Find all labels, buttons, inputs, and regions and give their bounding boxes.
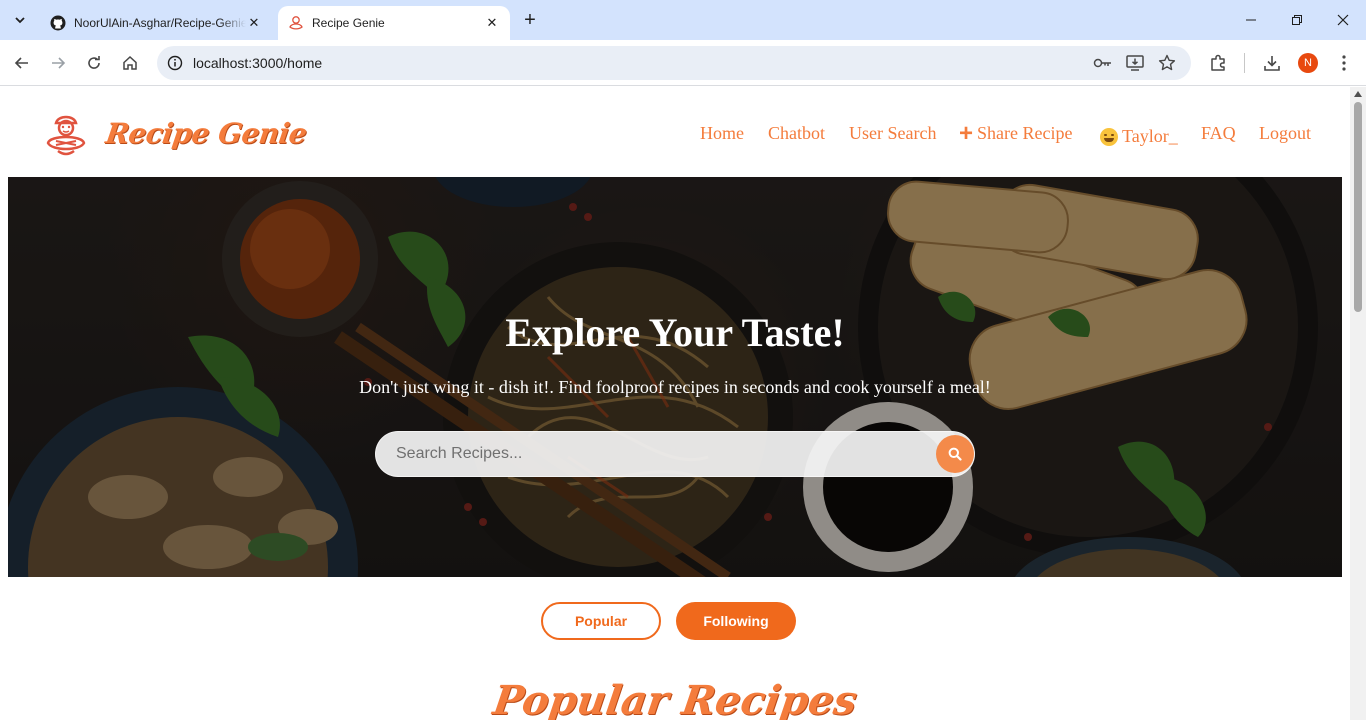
close-tab-icon[interactable]: ✕ — [246, 15, 262, 31]
browser-toolbar: localhost:3000/home N — [0, 40, 1366, 86]
close-icon — [1337, 14, 1349, 26]
url-text: localhost:3000/home — [193, 55, 323, 71]
recipe-genie-favicon — [288, 15, 304, 31]
hero-title: Explore Your Taste! — [505, 310, 845, 355]
nav-logout[interactable]: Logout — [1259, 123, 1311, 144]
new-tab-button[interactable]: + — [518, 8, 542, 32]
recipe-search-bar — [375, 431, 975, 477]
github-icon — [50, 15, 66, 31]
nav-home[interactable]: Home — [700, 123, 744, 144]
restore-button[interactable] — [1274, 0, 1320, 40]
tab-recipe-genie[interactable]: Recipe Genie ✕ — [278, 6, 510, 40]
bookmark-star-icon[interactable] — [1157, 53, 1177, 73]
tab-title: Recipe Genie — [312, 16, 385, 30]
install-app-icon[interactable] — [1125, 53, 1145, 73]
scroll-up-arrow-icon[interactable] — [1354, 91, 1362, 97]
hero-subtitle: Don't just wing it - dish it!. Find fool… — [359, 377, 991, 397]
arrow-left-icon — [14, 57, 28, 69]
extensions-icon[interactable] — [1207, 52, 1229, 74]
nav-share-recipe[interactable]: + Share Recipe — [959, 119, 1073, 147]
reload-button[interactable] — [80, 49, 108, 77]
nav-user-label: Taylor_ — [1122, 126, 1178, 146]
site-logo-text[interactable]: Recipe Genie — [104, 117, 309, 150]
close-tab-icon[interactable]: ✕ — [484, 15, 500, 31]
site-navbar: Recipe Genie Home Chatbot User Search + … — [8, 87, 1342, 177]
nav-share-recipe-label: Share Recipe — [977, 123, 1073, 143]
restore-icon — [1292, 15, 1302, 25]
toolbar-separator — [1244, 53, 1245, 73]
address-bar[interactable]: localhost:3000/home — [157, 46, 1191, 80]
site-info-icon[interactable] — [165, 53, 185, 73]
tab-strip: NoorUlAin-Asghar/Recipe-Genie ✕ Recipe G… — [0, 0, 1366, 40]
recipe-search-input[interactable] — [396, 432, 926, 476]
hero-banner: Explore Your Taste! Don't just wing it -… — [8, 177, 1342, 577]
password-key-icon[interactable] — [1093, 53, 1113, 73]
smiley-icon — [1100, 127, 1118, 146]
page-viewport: Recipe Genie Home Chatbot User Search + … — [0, 87, 1350, 720]
more-menu-icon[interactable] — [1333, 52, 1355, 74]
minimize-icon — [1246, 19, 1256, 21]
tab-github[interactable]: NoorUlAin-Asghar/Recipe-Genie ✕ — [40, 6, 272, 40]
home-icon — [123, 55, 137, 70]
nav-user-search[interactable]: User Search — [849, 123, 936, 144]
reload-icon — [88, 56, 100, 69]
arrow-right-icon — [52, 57, 66, 69]
home-button[interactable] — [116, 49, 144, 77]
following-toggle-button[interactable]: Following — [676, 602, 796, 640]
tab-search-button[interactable] — [6, 6, 34, 34]
profile-avatar[interactable]: N — [1298, 53, 1318, 73]
search-icon — [948, 447, 962, 461]
forward-button[interactable] — [44, 49, 72, 77]
downloads-icon[interactable] — [1261, 52, 1283, 74]
nav-chatbot[interactable]: Chatbot — [768, 123, 825, 144]
page-scrollbar[interactable] — [1350, 87, 1366, 720]
nav-user-profile[interactable]: Taylor_ — [1100, 126, 1178, 147]
scrollbar-thumb[interactable] — [1354, 102, 1362, 312]
section-title-popular-recipes: Popular Recipes — [490, 677, 860, 720]
popular-toggle-button[interactable]: Popular — [541, 602, 661, 640]
chevron-down-icon — [15, 17, 25, 24]
nav-faq[interactable]: FAQ — [1201, 123, 1236, 144]
plus-icon: + — [959, 119, 974, 147]
minimize-button[interactable] — [1228, 0, 1274, 40]
back-button[interactable] — [8, 49, 36, 77]
genie-logo-icon[interactable] — [42, 111, 90, 157]
tab-title: NoorUlAin-Asghar/Recipe-Genie — [74, 16, 246, 30]
search-button[interactable] — [936, 435, 974, 473]
close-window-button[interactable] — [1320, 0, 1366, 40]
